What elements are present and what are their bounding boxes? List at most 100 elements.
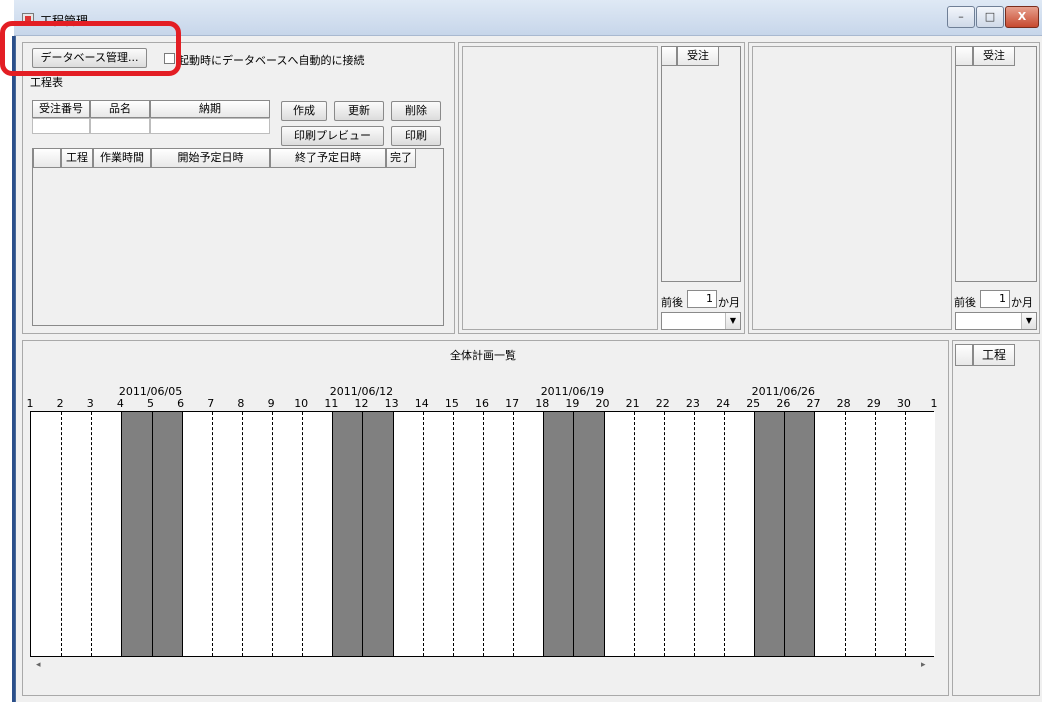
day-separator [724, 412, 726, 656]
day-column [693, 412, 725, 656]
day-separator [663, 412, 665, 656]
middle-list-corner [661, 46, 677, 66]
middle-chart-area [462, 46, 658, 330]
middle-order-dropdown[interactable]: ▼ [661, 312, 741, 330]
day-tick-label: 16 [475, 397, 489, 410]
day-tick-label: 23 [685, 397, 700, 410]
process-table[interactable] [32, 148, 444, 326]
chevron-down-icon: ▼ [1021, 313, 1036, 329]
create-button[interactable]: 作成 [281, 101, 327, 121]
day-tick-label: 1 [930, 397, 938, 410]
overview-gantt-chart[interactable] [30, 411, 935, 657]
middle-range-spinner[interactable]: 1 [687, 290, 717, 308]
day-separator [362, 412, 364, 656]
scroll-left-icon[interactable]: ◂ [36, 660, 41, 670]
minimize-button[interactable]: – [947, 6, 975, 28]
day-tick-label: 18 [535, 397, 550, 410]
day-column [452, 412, 483, 656]
col-complete[interactable]: 完了 [386, 148, 416, 168]
day-column [724, 412, 755, 656]
right-order-list[interactable] [955, 46, 1037, 282]
col-work-time[interactable]: 作業時間 [93, 148, 151, 168]
week-date-label: 2011/06/26 [751, 385, 816, 398]
day-tick-label: 2 [56, 397, 64, 410]
day-separator [302, 412, 304, 656]
col-select[interactable] [33, 148, 61, 168]
right-range-spinner[interactable]: 1 [980, 290, 1010, 308]
day-tick-label: 21 [625, 397, 640, 410]
overview-title: 全体計画一覧 [450, 349, 516, 362]
day-tick-label: 7 [207, 397, 215, 410]
day-separator [181, 412, 183, 656]
right-chart-area [752, 46, 952, 330]
day-column [272, 412, 303, 656]
schedule-section-label: 工程表 [30, 76, 63, 89]
week-date-label: 2011/06/19 [540, 385, 605, 398]
process-side-corner [955, 344, 973, 366]
day-column [151, 412, 182, 656]
day-separator [422, 412, 424, 656]
day-tick-label: 6 [177, 397, 185, 410]
middle-list-header[interactable]: 受注 [677, 46, 719, 66]
day-tick-label: 20 [595, 397, 610, 410]
right-order-dropdown[interactable]: ▼ [955, 312, 1037, 330]
day-tick-label: 10 [294, 397, 309, 410]
week-date-label: 2011/06/05 [118, 385, 183, 398]
day-separator [784, 412, 786, 656]
col-start-datetime[interactable]: 開始予定日時 [151, 148, 270, 168]
day-column [61, 412, 92, 656]
day-tick-label: 26 [776, 397, 791, 410]
day-separator [543, 412, 545, 656]
close-button[interactable]: X [1005, 6, 1039, 28]
process-side-header[interactable]: 工程 [973, 344, 1015, 366]
day-tick-label: 9 [267, 397, 275, 410]
day-column [302, 412, 333, 656]
day-separator [332, 412, 334, 656]
day-column [874, 412, 905, 656]
day-separator [483, 412, 484, 656]
scroll-right-icon[interactable]: ▸ [921, 660, 926, 670]
day-column [633, 412, 664, 656]
day-column [573, 412, 604, 656]
day-separator [151, 412, 153, 656]
delete-button[interactable]: 削除 [391, 101, 441, 121]
day-tick-label: 4 [116, 397, 124, 410]
day-column [784, 412, 815, 656]
print-preview-button[interactable]: 印刷プレビュー [281, 126, 384, 146]
day-tick-label: 15 [444, 397, 459, 410]
col-process[interactable]: 工程 [61, 148, 93, 168]
day-separator [603, 412, 605, 656]
day-column [543, 412, 574, 656]
window-frame-edge [12, 36, 15, 702]
day-tick-label: 5 [147, 397, 155, 410]
auto-connect-label: 起動時にデータベースへ自動的に接続 [178, 54, 365, 67]
order-cell[interactable] [90, 118, 150, 134]
day-separator [91, 412, 93, 656]
day-column [31, 412, 62, 656]
day-separator [392, 412, 394, 656]
order-cell[interactable] [32, 118, 90, 134]
col-product-name[interactable]: 品名 [90, 100, 150, 118]
update-button[interactable]: 更新 [334, 101, 384, 121]
maximize-button[interactable]: □ [976, 6, 1004, 28]
right-range-suffix: か月 [1011, 296, 1033, 309]
day-tick-label: 1 [26, 397, 34, 410]
day-column [483, 412, 514, 656]
print-button[interactable]: 印刷 [391, 126, 441, 146]
day-separator [272, 412, 274, 656]
highlight-annotation [0, 21, 181, 76]
day-tick-label: 3 [86, 397, 94, 410]
day-tick-label: 13 [384, 397, 399, 410]
day-separator [513, 412, 515, 656]
day-separator [452, 412, 454, 656]
col-end-datetime[interactable]: 終了予定日時 [270, 148, 386, 168]
day-tick-label: 24 [716, 397, 731, 410]
col-due-date[interactable]: 納期 [150, 100, 270, 118]
day-separator [121, 412, 123, 656]
col-order-number[interactable]: 受注番号 [32, 100, 90, 118]
day-column [392, 412, 423, 656]
middle-order-list[interactable] [661, 46, 741, 282]
order-cell[interactable] [150, 118, 270, 134]
right-list-header[interactable]: 受注 [973, 46, 1015, 66]
day-tick-label: 8 [237, 397, 245, 410]
